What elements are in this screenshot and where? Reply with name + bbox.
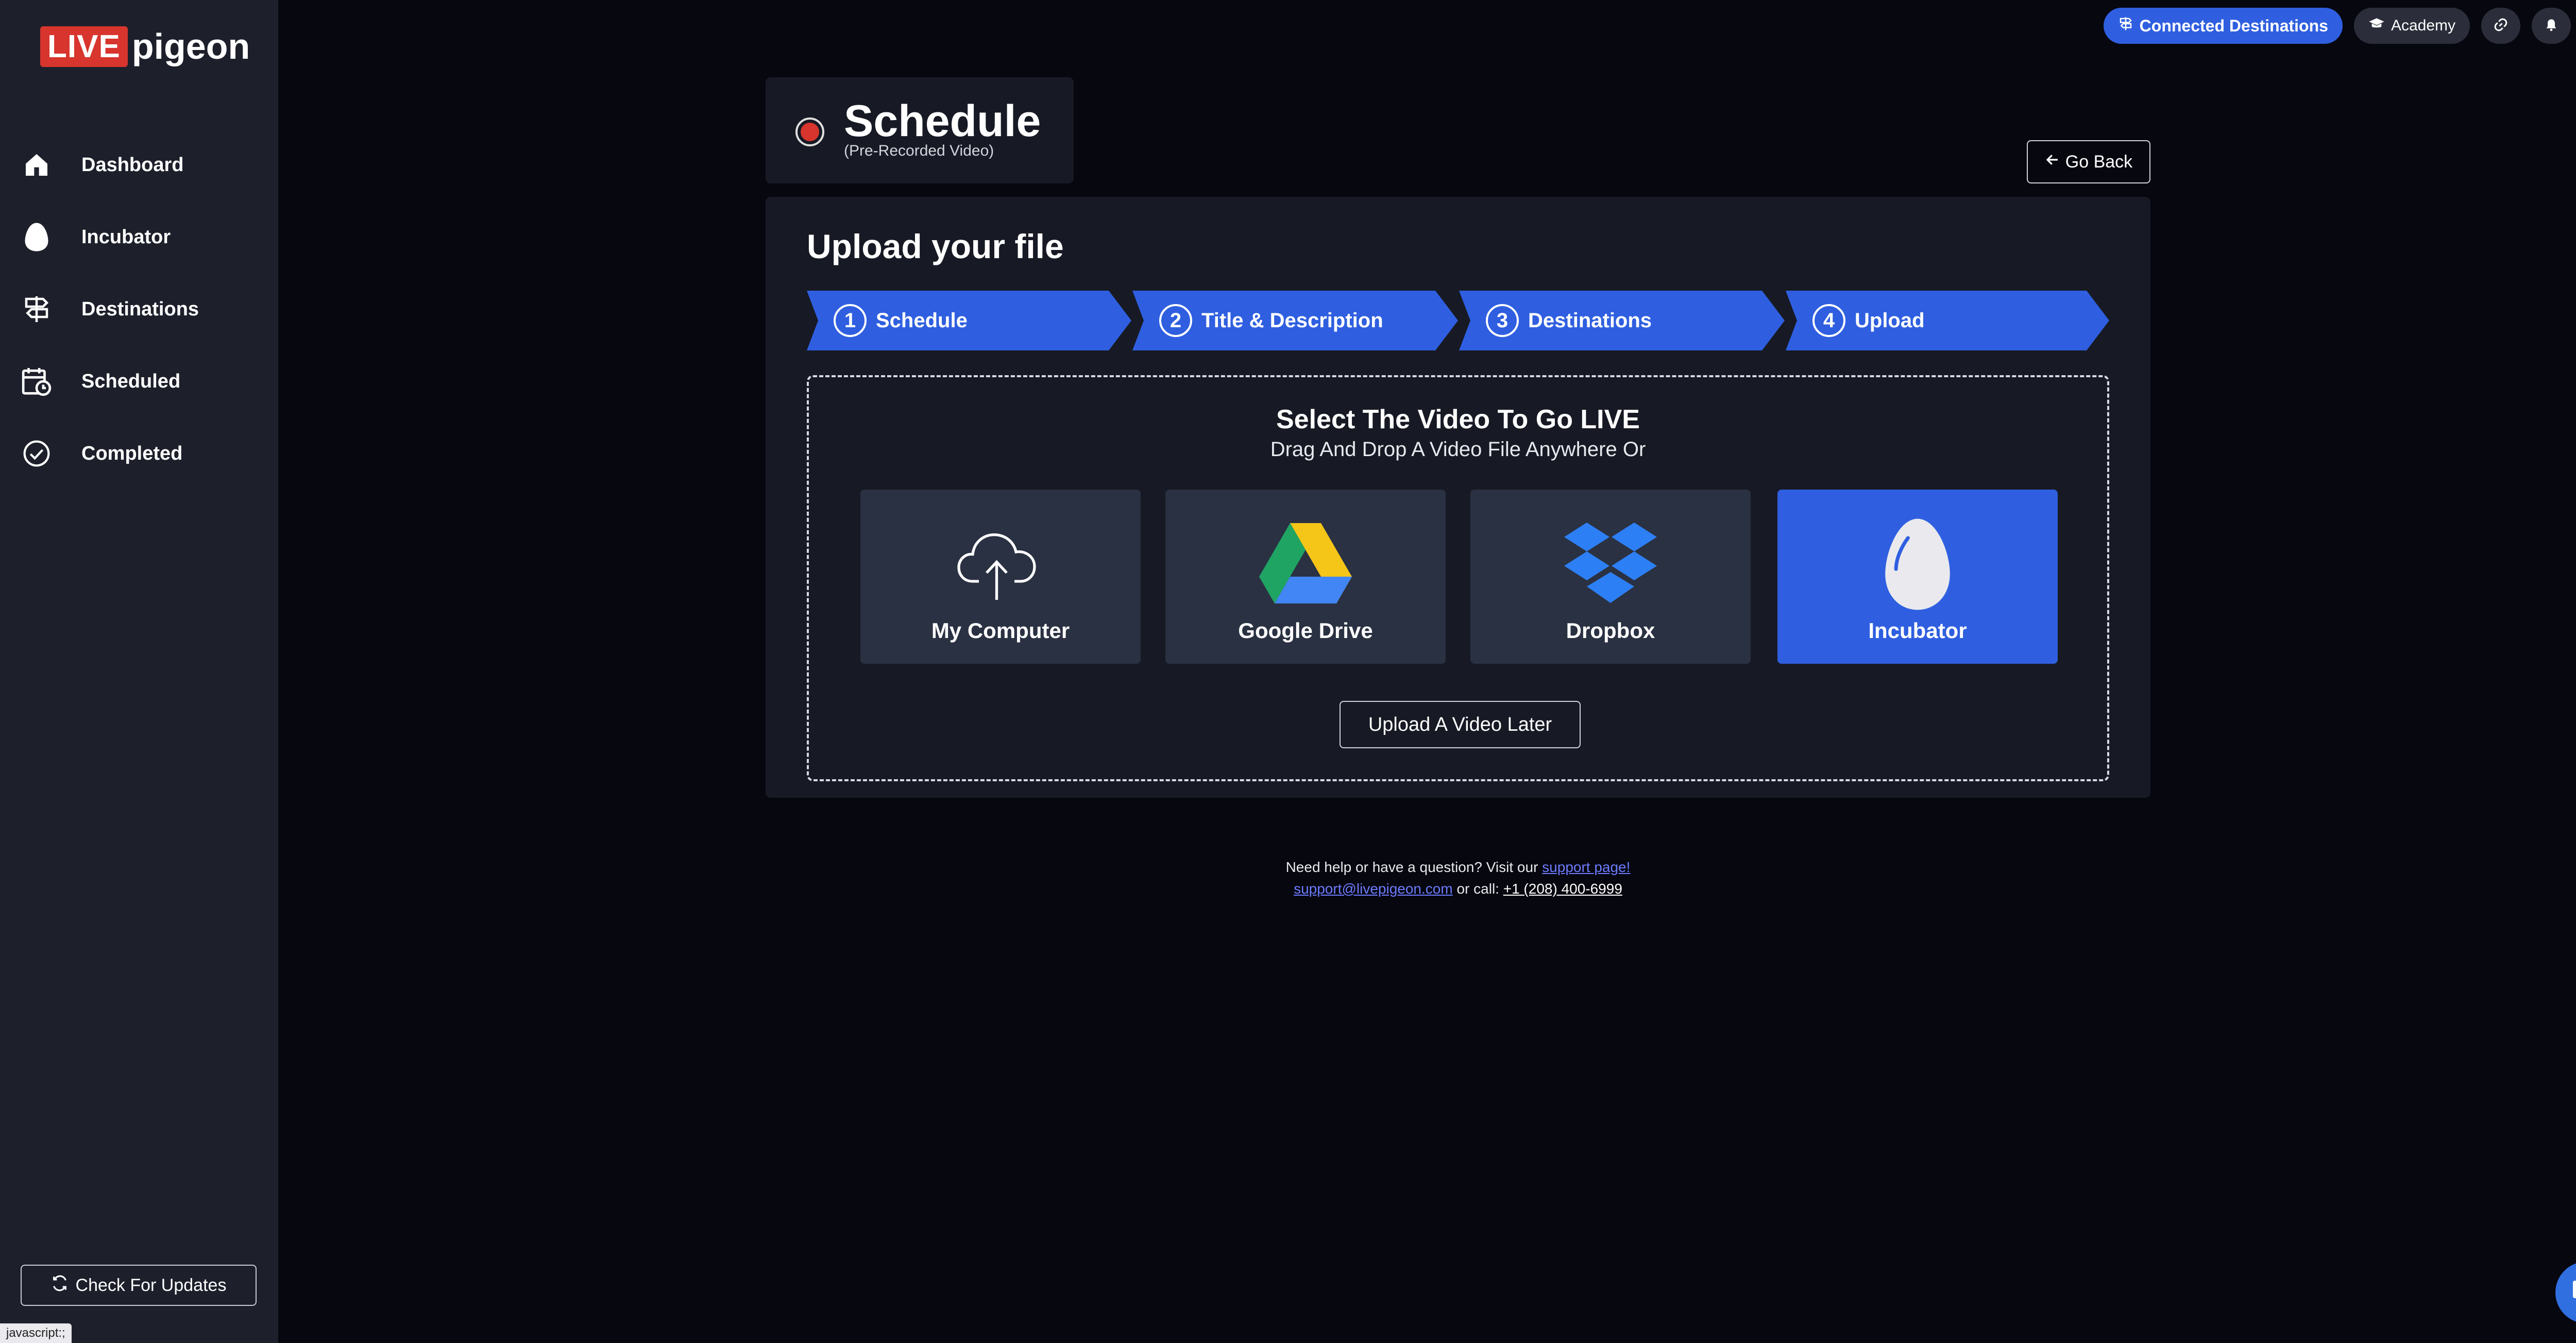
refresh-icon [51, 1274, 69, 1297]
contact-line: support@livepigeon.com or call: +1 (208)… [766, 878, 2150, 900]
step-label: Upload [1855, 309, 1925, 332]
academy-label: Academy [2391, 17, 2455, 34]
sidebar-item-label: Scheduled [81, 370, 181, 392]
logo-pigeon-text: pigeon [131, 26, 250, 66]
chat-button[interactable] [2555, 1262, 2576, 1323]
connected-destinations-label: Connected Destinations [2139, 16, 2328, 35]
home-icon [19, 147, 55, 183]
academy-button[interactable]: Academy [2353, 8, 2470, 44]
dropzone-subtitle: Drag And Drop A Video File Anywhere Or [1270, 438, 1646, 461]
signpost-icon [2118, 16, 2133, 36]
sidebar: LIVE pigeon Dashboard Incubator Destinat… [0, 0, 278, 1343]
help-text: Need help or have a question? Visit our [1285, 859, 1538, 875]
source-google-drive[interactable]: Google Drive [1165, 490, 1446, 664]
sidebar-item-dashboard[interactable]: Dashboard [0, 129, 278, 201]
dropzone-title: Select The Video To Go LIVE [1276, 405, 1640, 434]
egg-icon [19, 219, 55, 255]
check-for-updates-button[interactable]: Check For Updates [21, 1265, 257, 1306]
step-number: 2 [1159, 304, 1192, 337]
source-label: Incubator [1868, 618, 1967, 643]
sidebar-item-incubator[interactable]: Incubator [0, 201, 278, 273]
chat-icon [2572, 1279, 2576, 1307]
phone-link[interactable]: +1 (208) 400-6999 [1503, 881, 1622, 897]
link-icon [2493, 17, 2509, 35]
video-dropzone[interactable]: Select The Video To Go LIVE Drag And Dro… [807, 375, 2109, 781]
step-upload[interactable]: 4 Upload [1786, 291, 2109, 350]
bell-icon [2544, 17, 2558, 35]
source-my-computer[interactable]: My Computer [860, 490, 1141, 664]
graduation-cap-icon [2368, 16, 2385, 35]
help-footer: Need help or have a question? Visit our … [766, 857, 2150, 900]
help-line: Need help or have a question? Visit our … [766, 857, 2150, 878]
page-subtitle: (Pre-Recorded Video) [844, 142, 994, 159]
check-circle-icon [19, 435, 55, 472]
source-dropbox[interactable]: Dropbox [1470, 490, 1751, 664]
source-tiles: My Computer Google Drive Dropbox Incubat… [860, 490, 2058, 664]
page-header: Schedule (Pre-Recorded Video) [766, 77, 1074, 183]
record-icon [795, 117, 824, 146]
sidebar-item-completed[interactable]: Completed [0, 417, 278, 490]
logo-live-text: LIVE [40, 26, 128, 67]
step-destinations[interactable]: 3 Destinations [1459, 291, 1785, 350]
step-title-description[interactable]: 2 Title & Description [1132, 291, 1458, 350]
go-back-label: Go Back [2065, 152, 2133, 172]
support-page-link[interactable]: support page! [1542, 859, 1630, 875]
calendar-clock-icon [19, 363, 55, 399]
sidebar-item-scheduled[interactable]: Scheduled [0, 345, 278, 417]
step-schedule[interactable]: 1 Schedule [807, 291, 1131, 350]
source-incubator[interactable]: Incubator [1777, 490, 2058, 664]
topbar: Connected Destinations Academy [2103, 7, 2576, 44]
upload-panel: Upload your file 1 Schedule 2 Title & De… [766, 197, 2150, 798]
step-number: 1 [834, 304, 867, 337]
google-drive-icon [1165, 515, 1446, 613]
source-label: Dropbox [1566, 618, 1655, 643]
step-label: Schedule [876, 309, 968, 332]
go-back-button[interactable]: Go Back [2027, 140, 2150, 183]
progress-steps: 1 Schedule 2 Title & Description 3 Desti… [807, 291, 2109, 350]
dropbox-icon [1470, 515, 1751, 613]
connected-destinations-button[interactable]: Connected Destinations [2103, 8, 2343, 44]
step-label: Title & Description [1201, 309, 1383, 332]
upload-later-button[interactable]: Upload A Video Later [1340, 701, 1581, 748]
step-number: 3 [1486, 304, 1519, 337]
sidebar-item-label: Completed [81, 442, 183, 464]
egg-icon [1777, 515, 2058, 613]
sidebar-item-label: Destinations [81, 298, 199, 320]
arrow-left-icon [2045, 152, 2060, 172]
source-label: My Computer [931, 618, 1070, 643]
status-bar-url: javascript:; [0, 1323, 72, 1343]
source-label: Google Drive [1238, 618, 1373, 643]
or-call-text: or call: [1456, 881, 1499, 897]
panel-title: Upload your file [807, 227, 1064, 265]
page-title: Schedule [844, 96, 1041, 146]
link-button[interactable] [2481, 8, 2520, 44]
step-label: Destinations [1528, 309, 1652, 332]
notifications-button[interactable] [2532, 8, 2571, 44]
cloud-upload-icon [860, 515, 1141, 613]
signpost-icon [19, 291, 55, 327]
sidebar-nav: Dashboard Incubator Destinations Schedul… [0, 129, 278, 490]
step-number: 4 [1812, 304, 1845, 337]
sidebar-item-label: Incubator [81, 226, 171, 248]
check-for-updates-label: Check For Updates [75, 1275, 227, 1295]
sidebar-item-destinations[interactable]: Destinations [0, 273, 278, 345]
support-email-link[interactable]: support@livepigeon.com [1294, 881, 1453, 897]
sidebar-item-label: Dashboard [81, 154, 184, 176]
livepigeon-logo[interactable]: LIVE pigeon [40, 21, 250, 72]
